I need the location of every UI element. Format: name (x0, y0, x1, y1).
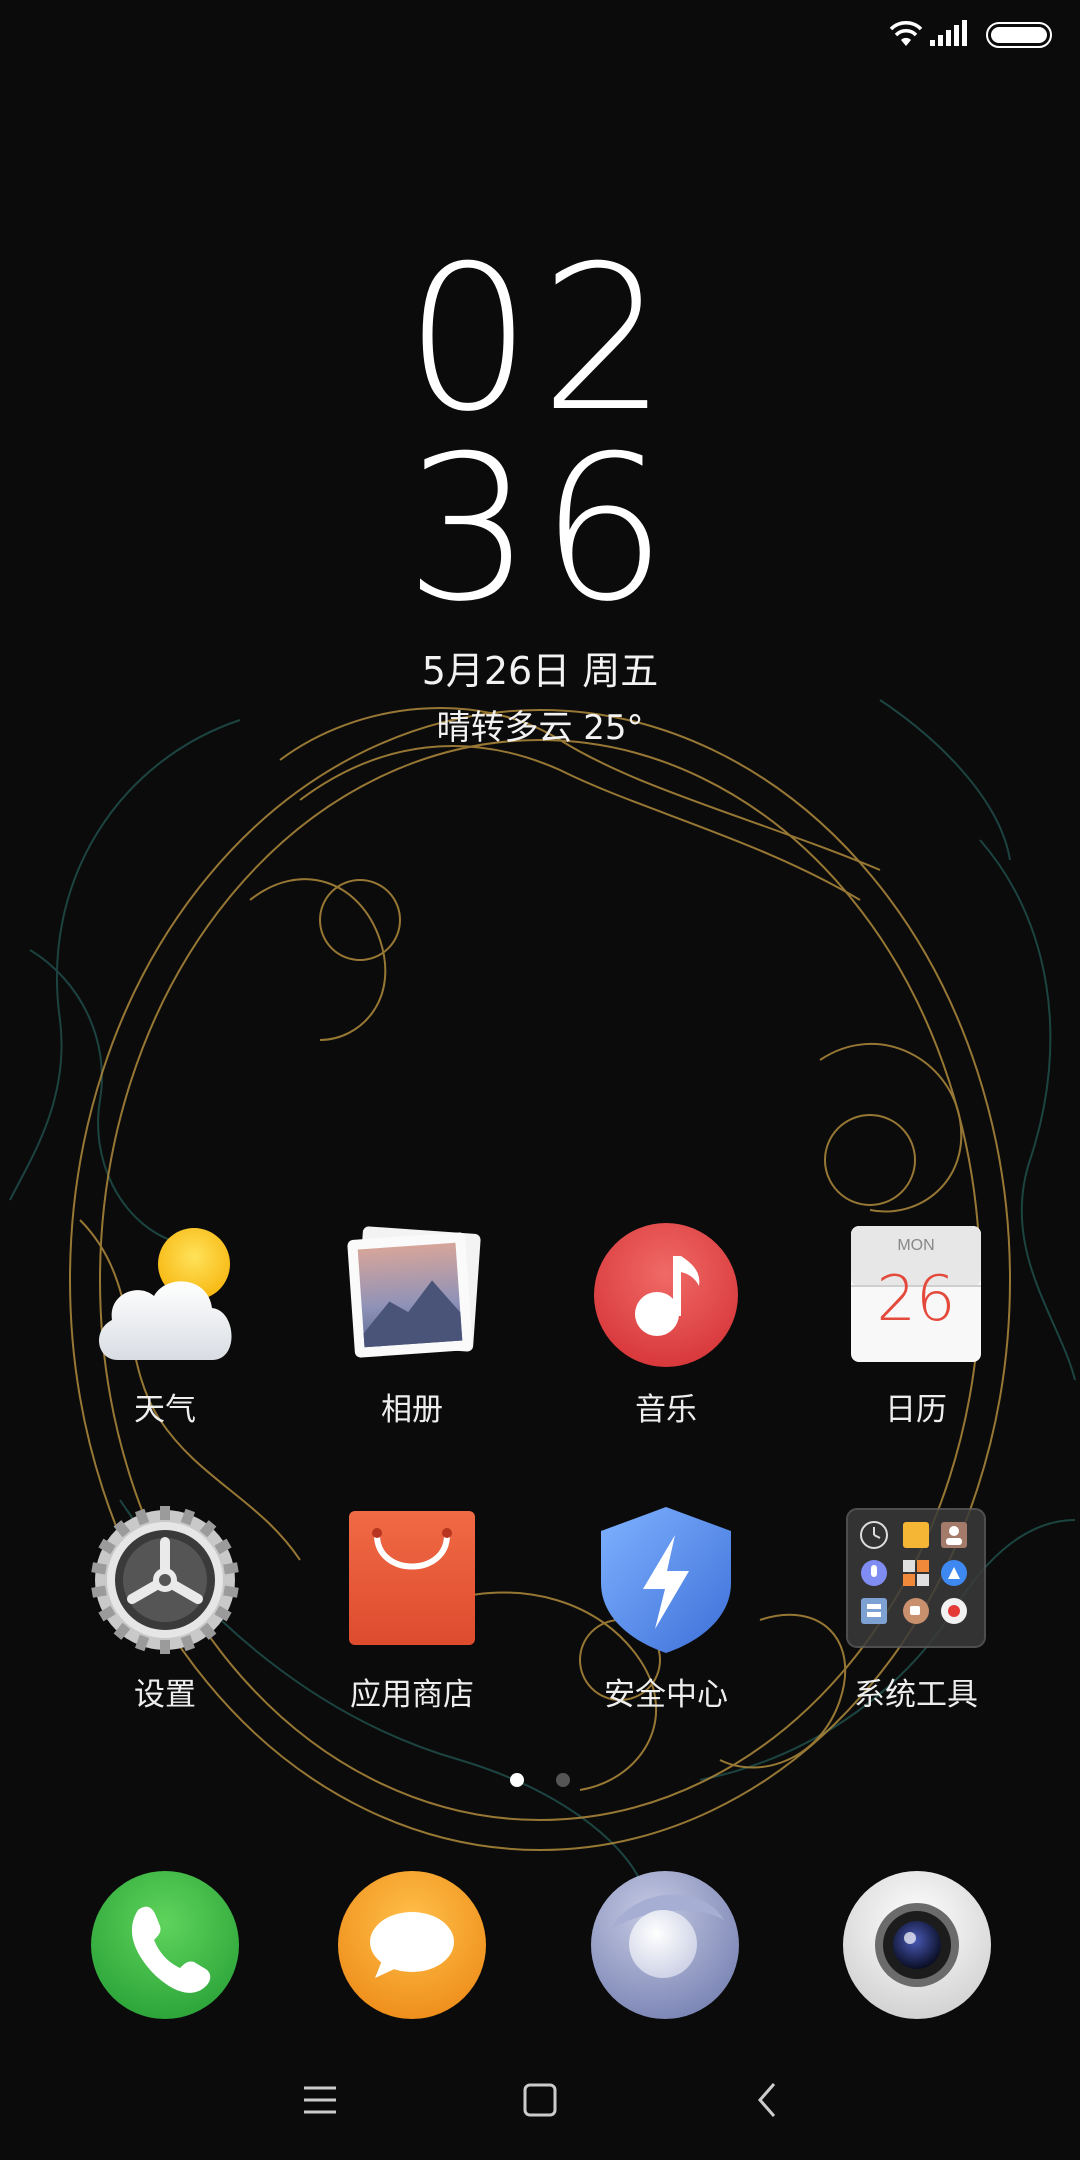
app-label: 应用商店 (350, 1677, 474, 1713)
menu-icon (304, 2086, 336, 2114)
security-icon (591, 1505, 741, 1655)
phone-icon (91, 1871, 239, 2019)
clock-hour[interactable]: 02 (0, 240, 1080, 440)
nav-back-button[interactable] (738, 2070, 798, 2130)
calendar-day: MON (897, 1237, 934, 1254)
dock-messages[interactable] (337, 1870, 487, 2020)
app-label: 相册 (381, 1392, 443, 1428)
settings-icon (90, 1505, 240, 1655)
page-dot[interactable] (555, 1773, 570, 1787)
dock-browser[interactable] (590, 1870, 740, 2020)
app-gallery[interactable]: 相册 (292, 1220, 532, 1429)
page-indicator (0, 1772, 1080, 1791)
status-bar (0, 0, 1080, 70)
calendar-date: 26 (877, 1262, 956, 1335)
nav-menu-button[interactable] (290, 2070, 350, 2130)
app-store[interactable]: 应用商店 (292, 1505, 532, 1714)
clock-minute[interactable]: 36 (0, 430, 1080, 630)
messages-icon (338, 1871, 486, 2019)
app-music[interactable]: 音乐 (546, 1220, 786, 1429)
app-label: 音乐 (635, 1392, 697, 1428)
app-weather[interactable]: 天气 (45, 1220, 285, 1429)
weather-icon (90, 1220, 240, 1370)
app-label: 日历 (885, 1392, 947, 1428)
app-label: 系统工具 (854, 1677, 978, 1713)
folder-system-tools[interactable]: 系统工具 (796, 1505, 1036, 1714)
nav-home-button[interactable] (510, 2070, 570, 2130)
dock-phone[interactable] (90, 1870, 240, 2020)
app-label: 天气 (134, 1392, 196, 1428)
calendar-icon: MON 26 (841, 1220, 991, 1370)
app-label: 安全中心 (604, 1677, 728, 1713)
page-dot-active[interactable] (510, 1773, 525, 1787)
app-settings[interactable]: 设置 (45, 1505, 285, 1714)
app-label: 设置 (134, 1677, 196, 1713)
home-icon (523, 2083, 557, 2117)
battery-icon (986, 22, 1052, 48)
signal-icon (930, 20, 967, 46)
app-store-icon (337, 1505, 487, 1655)
app-security[interactable]: 安全中心 (546, 1505, 786, 1714)
weather-text[interactable]: 晴转多云 25° (0, 700, 1080, 749)
gallery-icon (337, 1220, 487, 1370)
system-tools-folder-icon (841, 1505, 991, 1655)
browser-icon (591, 1871, 739, 2019)
wifi-icon (889, 21, 923, 46)
app-calendar[interactable]: MON 26 日历 (796, 1220, 1036, 1429)
back-icon (758, 2083, 776, 2117)
dock-camera[interactable] (842, 1870, 992, 2020)
camera-icon (843, 1871, 991, 2019)
music-icon (591, 1220, 741, 1370)
date-text[interactable]: 5月26日 周五 (0, 640, 1080, 695)
